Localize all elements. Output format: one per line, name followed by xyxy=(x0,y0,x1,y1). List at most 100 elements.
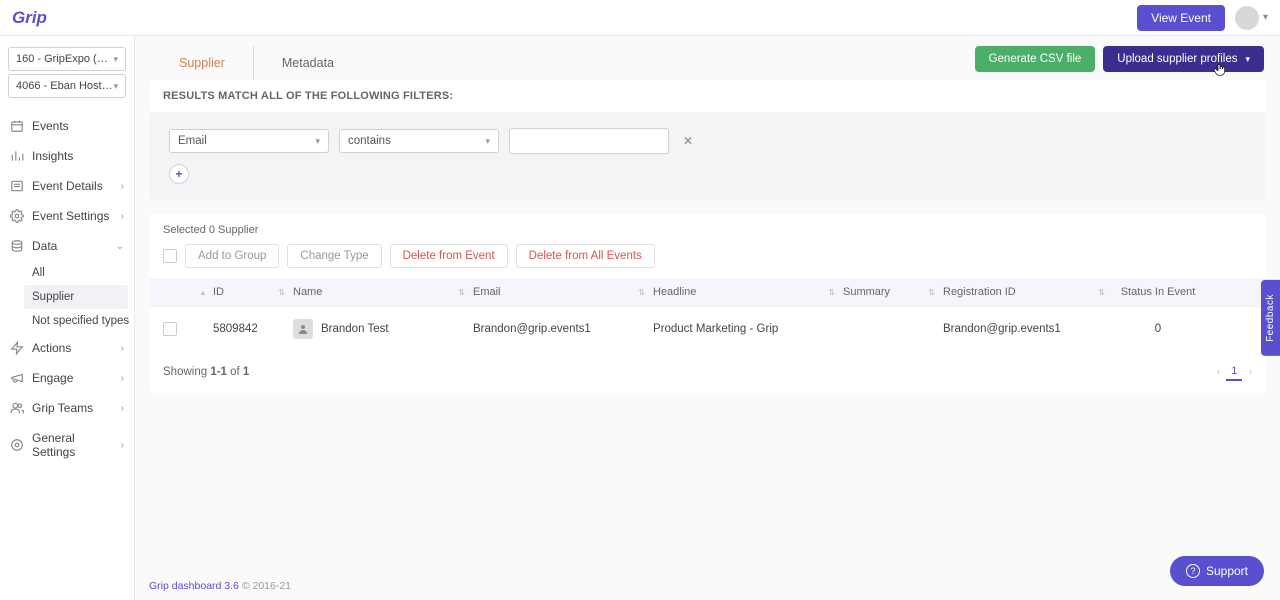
showing-text: Showing 1-1 of 1 xyxy=(163,366,249,378)
list-icon xyxy=(10,179,24,193)
nav-event-settings[interactable]: Event Settings › xyxy=(0,201,134,231)
chevron-right-icon: › xyxy=(121,373,124,384)
table-header: ▴ ID⇅ Name⇅ Email⇅ Headline⇅ Summary⇅ Re… xyxy=(149,278,1266,306)
filter-row: Email ▾ contains ▾ ✕ xyxy=(169,128,1246,154)
tab-supplier[interactable]: Supplier xyxy=(151,46,254,80)
sort-icon[interactable]: ⇅ xyxy=(278,288,293,297)
nav-label: Data xyxy=(32,239,57,253)
help-icon: ? xyxy=(1186,564,1200,578)
generate-csv-button[interactable]: Generate CSV file xyxy=(975,46,1096,72)
nav-label: Event Details xyxy=(32,179,103,193)
nav-label: Insights xyxy=(32,149,73,163)
logo: Grip xyxy=(12,8,47,28)
col-email[interactable]: Email xyxy=(473,286,501,298)
chevron-right-icon: › xyxy=(121,211,124,222)
sort-icon[interactable]: ⇅ xyxy=(638,288,653,297)
chevron-down-icon: ▾ xyxy=(1263,12,1268,23)
sort-icon[interactable]: ⇅ xyxy=(1098,288,1113,297)
nav-label: Engage xyxy=(32,371,73,385)
tabs-bar: Supplier Metadata Generate CSV file Uplo… xyxy=(135,36,1280,80)
action-buttons: Generate CSV file Upload supplier profil… xyxy=(975,46,1264,80)
nav-events[interactable]: Events xyxy=(0,111,134,141)
tabs: Supplier Metadata xyxy=(151,46,362,80)
col-status[interactable]: Status In Event xyxy=(1121,286,1196,298)
sub-not-specified[interactable]: Not specified types xyxy=(28,309,134,333)
gear-icon xyxy=(10,209,24,223)
page-number[interactable]: 1 xyxy=(1226,363,1242,381)
nav-label: Actions xyxy=(32,341,71,355)
sub-all[interactable]: All xyxy=(28,261,134,285)
data-submenu: All Supplier Not specified types xyxy=(0,261,134,333)
footer-version: Grip dashboard 3.6 © 2016-21 xyxy=(149,580,291,592)
chevron-down-icon: ▾ xyxy=(485,136,490,147)
sort-icon[interactable]: ⇅ xyxy=(928,288,943,297)
upload-label: Upload supplier profiles xyxy=(1117,53,1237,65)
nav-event-details[interactable]: Event Details › xyxy=(0,171,134,201)
chevron-right-icon: › xyxy=(121,181,124,192)
col-id[interactable]: ID xyxy=(213,286,224,298)
megaphone-icon xyxy=(10,371,24,385)
change-type-button[interactable]: Change Type xyxy=(287,244,381,268)
table-section: Selected 0 Supplier Add to Group Change … xyxy=(149,214,1266,393)
nav-insights[interactable]: Insights xyxy=(0,141,134,171)
row-name-label: Brandon Test xyxy=(321,323,389,335)
filter-value-input[interactable] xyxy=(509,128,669,154)
col-reg-id[interactable]: Registration ID xyxy=(943,286,1016,298)
data-table: ▴ ID⇅ Name⇅ Email⇅ Headline⇅ Summary⇅ Re… xyxy=(149,278,1266,351)
users-icon xyxy=(10,401,24,415)
next-page-icon[interactable]: › xyxy=(1248,366,1252,378)
main-content: Supplier Metadata Generate CSV file Uplo… xyxy=(135,36,1280,600)
col-headline[interactable]: Headline xyxy=(653,286,696,298)
chevron-right-icon: › xyxy=(121,403,124,414)
event-select[interactable]: 4066 - Eban Hosted B... ▾ xyxy=(8,74,126,98)
col-name[interactable]: Name xyxy=(293,286,322,298)
user-icon xyxy=(293,319,313,339)
support-label: Support xyxy=(1206,564,1248,578)
cell-status: 0 xyxy=(1113,319,1203,339)
upload-profiles-button[interactable]: Upload supplier profiles ▾ xyxy=(1103,46,1264,72)
nav-grip-teams[interactable]: Grip Teams › xyxy=(0,393,134,423)
prev-page-icon[interactable]: ‹ xyxy=(1217,366,1221,378)
delete-from-all-events-button[interactable]: Delete from All Events xyxy=(516,244,655,268)
sort-icon[interactable]: ▴ xyxy=(201,288,213,297)
remove-filter-icon[interactable]: ✕ xyxy=(679,134,697,148)
nav-label: Events xyxy=(32,119,69,133)
view-event-button[interactable]: View Event xyxy=(1137,5,1225,31)
selected-count: Selected 0 Supplier xyxy=(163,224,1252,236)
chevron-down-icon: ▾ xyxy=(1245,54,1250,65)
user-menu[interactable]: ▾ xyxy=(1235,6,1268,30)
sub-supplier[interactable]: Supplier xyxy=(24,285,128,309)
delete-from-event-button[interactable]: Delete from Event xyxy=(390,244,508,268)
row-checkbox[interactable] xyxy=(163,322,177,336)
chevron-right-icon: › xyxy=(121,343,124,354)
filter-heading: RESULTS MATCH ALL OF THE FOLLOWING FILTE… xyxy=(149,80,1266,112)
event-select-label: 4066 - Eban Hosted B... xyxy=(16,80,113,92)
chevron-down-icon: ⌄ xyxy=(116,241,124,252)
nav-engage[interactable]: Engage › xyxy=(0,363,134,393)
sidebar: 160 - GripExpo (prod... ▾ 4066 - Eban Ho… xyxy=(0,36,135,600)
pagination: ‹ 1 › xyxy=(1217,363,1252,381)
org-select[interactable]: 160 - GripExpo (prod... ▾ xyxy=(8,47,126,71)
sort-icon[interactable]: ⇅ xyxy=(828,288,843,297)
settings-icon xyxy=(10,438,24,452)
nav-actions[interactable]: Actions › xyxy=(0,333,134,363)
chevron-right-icon: › xyxy=(121,440,124,451)
filter-field-select[interactable]: Email ▾ xyxy=(169,129,329,153)
table-actions: Add to Group Change Type Delete from Eve… xyxy=(163,244,1252,268)
nav-general-settings[interactable]: General Settings › xyxy=(0,423,134,467)
support-button[interactable]: ? Support xyxy=(1170,556,1264,586)
sort-icon[interactable]: ⇅ xyxy=(458,288,473,297)
cell-email: Brandon@grip.events1 xyxy=(473,319,653,339)
feedback-tab[interactable]: Feedback xyxy=(1261,280,1280,356)
avatar-icon xyxy=(1235,6,1259,30)
filter-operator-select[interactable]: contains ▾ xyxy=(339,129,499,153)
select-all-checkbox[interactable] xyxy=(163,249,177,263)
add-filter-button[interactable]: + xyxy=(169,164,189,184)
cell-headline: Product Marketing - Grip xyxy=(653,319,843,339)
add-to-group-button[interactable]: Add to Group xyxy=(185,244,279,268)
database-icon xyxy=(10,239,24,253)
table-row[interactable]: 5809842 Brandon Test Brandon@grip.events… xyxy=(149,306,1266,351)
tab-metadata[interactable]: Metadata xyxy=(254,46,362,80)
nav-data[interactable]: Data ⌄ xyxy=(0,231,134,261)
col-summary[interactable]: Summary xyxy=(843,286,890,298)
